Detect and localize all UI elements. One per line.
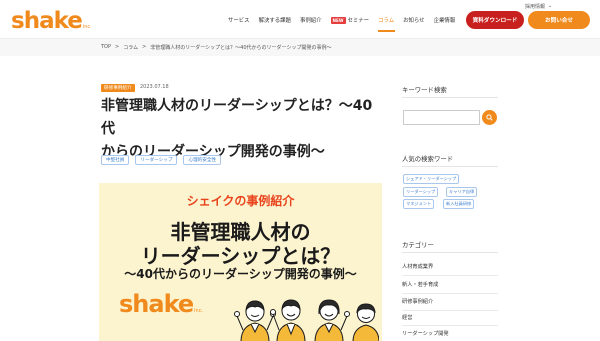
person-4 [352, 303, 379, 341]
category-heading: カテゴリー [402, 241, 434, 249]
breadcrumb-separator: > [115, 44, 120, 50]
article-tags: 中堅社員 リーダーシップ 心理的安全性 [101, 155, 227, 165]
hero-logo: shake inc. [119, 290, 203, 318]
category-badge[interactable]: 研修事例紹介 [101, 84, 135, 92]
nav-item-column[interactable]: コラム [378, 16, 394, 24]
category-item[interactable]: リーダーシップ開発 [402, 330, 449, 337]
breadcrumb-separator: > [142, 44, 147, 50]
publish-date: 2023.07.18 [140, 84, 169, 90]
person-3 [314, 299, 350, 341]
search-icon [486, 114, 493, 121]
download-button[interactable]: 資料ダウンロード [466, 11, 524, 29]
category-divider [402, 275, 498, 276]
category-divider [402, 293, 498, 294]
category-item[interactable]: 人材育成業界 [402, 263, 433, 270]
sidebar-divider [402, 252, 498, 253]
page-title: 非管理職人材のリーダーシップとは？〜40代 からのリーダーシップ開発の事例〜 [101, 95, 386, 164]
person-1 [234, 300, 276, 341]
category-divider [402, 325, 498, 326]
logo-text: shake [11, 8, 83, 34]
popular-tag-career-autonomy[interactable]: キャリア自律 [446, 187, 478, 197]
breadcrumb-column[interactable]: コラム [123, 44, 138, 51]
logo-suffix: inc. [82, 24, 92, 30]
chevron-down-icon: ⌄ [548, 3, 553, 9]
category-item[interactable]: 経営 [402, 314, 412, 321]
hero-image: シェイクの事例紹介 非管理職人材の リーダーシップとは？ 〜40代からのリーダー… [99, 183, 382, 341]
title-line-1: 非管理職人材のリーダーシップとは？〜40代 [101, 98, 373, 137]
recruit-link[interactable]: 採用情報 [525, 3, 545, 10]
search-input[interactable] [403, 110, 480, 125]
category-item[interactable]: 新人・若手育成 [402, 281, 438, 288]
hero-caption: 〜40代からのリーダーシップ開発の事例〜 [124, 267, 357, 281]
nav-item-services[interactable]: サービス [228, 16, 250, 24]
new-badge: NEW [330, 16, 346, 24]
hero-logo-suffix: inc. [194, 308, 204, 314]
nav-item-company[interactable]: 企業情報 [434, 16, 456, 24]
keyword-search-heading: キーワード検索 [402, 86, 447, 94]
tag-psychological-safety[interactable]: 心理的安全性 [183, 155, 222, 165]
breadcrumb-current: 非管理職人材のリーダーシップとは？〜40代からのリーダーシップ開発の事例〜 [150, 45, 332, 51]
tag-mid-career[interactable]: 中堅社員 [101, 155, 130, 165]
sidebar-divider [402, 97, 498, 98]
site-logo[interactable]: shake inc. [11, 8, 92, 36]
nav-item-news[interactable]: お知らせ [403, 16, 424, 24]
nav-item-cases[interactable]: 事例紹介 [300, 16, 322, 24]
breadcrumb: TOP > コラム > 非管理職人材のリーダーシップとは？〜40代からのリーダー… [101, 44, 335, 51]
nav-item-issues[interactable]: 解決する課題 [259, 16, 291, 24]
person-2 [270, 299, 306, 341]
contact-button[interactable]: お問い合せ [528, 11, 590, 29]
category-divider [402, 310, 498, 311]
hero-subtitle: シェイクの事例紹介 [186, 194, 295, 208]
sidebar-divider [402, 166, 498, 167]
popular-tag-management[interactable]: マネジメント [403, 199, 435, 209]
popular-words-heading: 人気の検索ワード [402, 155, 454, 163]
popular-tag-new-employee-training[interactable]: 新入社員研修 [443, 199, 475, 209]
main-nav: サービス 解決する課題 事例紹介 NEW セミナー コラム お知らせ 企業情報 [228, 16, 464, 24]
popular-tag-shared-leadership[interactable]: シェアド・リーダーシップ [403, 174, 460, 184]
people-illustration [234, 299, 379, 341]
hero-logo-text: shake [119, 290, 194, 318]
tag-leadership[interactable]: リーダーシップ [135, 155, 178, 165]
popular-tag-leadership[interactable]: リーダーシップ [403, 187, 439, 197]
breadcrumb-top[interactable]: TOP [101, 44, 111, 51]
nav-active-underline [378, 30, 395, 32]
search-button[interactable] [482, 110, 497, 125]
category-item[interactable]: 研修事例紹介 [402, 298, 433, 305]
nav-item-seminar[interactable]: NEW セミナー [330, 16, 370, 24]
nav-item-seminar-label: セミナー [347, 18, 370, 24]
